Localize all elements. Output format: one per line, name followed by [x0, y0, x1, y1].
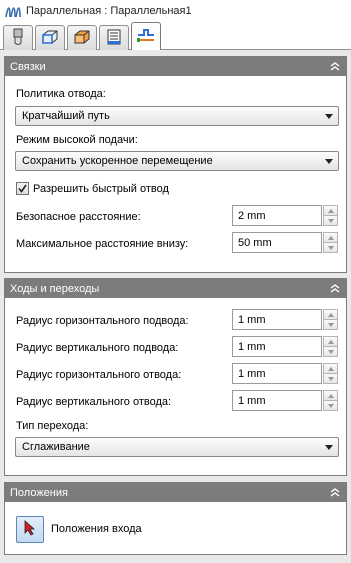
- safe-distance-value: 2 mm: [238, 209, 266, 222]
- stock-box-icon: [73, 29, 91, 48]
- arrow-up-icon: [327, 235, 334, 240]
- cursor-pointer-icon: [23, 520, 37, 539]
- arrow-up-icon: [327, 208, 334, 213]
- fast-retract-checkbox[interactable]: [16, 182, 29, 195]
- arrow-up-icon: [327, 366, 334, 371]
- box-edges-icon: [41, 29, 59, 48]
- spin-up-button[interactable]: [323, 390, 338, 401]
- transition-type-label: Тип перехода:: [16, 420, 89, 432]
- v-lead-out-spinner: 1 mm: [232, 390, 339, 411]
- retract-policy-value: Кратчайший путь: [22, 110, 110, 122]
- positions-panel-title: Положения: [10, 486, 68, 499]
- positions-panel: Положения Положения входа: [4, 482, 347, 555]
- spin-up-button[interactable]: [323, 363, 338, 374]
- leads-panel: Ходы и переходы Радиус горизонтального п…: [4, 278, 347, 476]
- leads-panel-title: Ходы и переходы: [10, 282, 100, 295]
- chevron-down-icon: [325, 159, 333, 164]
- spin-up-button[interactable]: [323, 205, 338, 216]
- h-lead-in-spinner: 1 mm: [232, 309, 339, 330]
- v-lead-in-spinner: 1 mm: [232, 336, 339, 357]
- parallel-toolpath-icon: [5, 4, 21, 18]
- spin-up-button[interactable]: [323, 309, 338, 320]
- window-title: Параллельная : Параллельная1: [26, 5, 192, 17]
- collapse-chevron-icon[interactable]: [328, 281, 342, 295]
- spin-up-button[interactable]: [323, 336, 338, 347]
- arrow-down-icon: [327, 322, 334, 327]
- safe-distance-spinner: 2 mm: [232, 205, 339, 226]
- max-down-value: 50 mm: [238, 236, 272, 249]
- linking-icon: [136, 27, 156, 48]
- links-panel: Связки Политика отвода: Кратчайший путь …: [4, 56, 347, 273]
- spin-down-button[interactable]: [323, 401, 338, 411]
- positions-panel-header[interactable]: Положения: [5, 483, 346, 502]
- safe-distance-input[interactable]: 2 mm: [232, 205, 322, 226]
- checkmark-icon: [18, 184, 27, 193]
- spin-down-button[interactable]: [323, 374, 338, 384]
- links-panel-header[interactable]: Связки: [5, 57, 346, 76]
- passes-icon: [106, 29, 122, 48]
- tab-passes[interactable]: [99, 25, 129, 50]
- v-lead-out-value: 1 mm: [238, 394, 266, 407]
- v-lead-out-label: Радиус вертикального отвода:: [16, 396, 172, 408]
- v-lead-out-input[interactable]: 1 mm: [232, 390, 322, 411]
- arrow-up-icon: [327, 339, 334, 344]
- arrow-up-icon: [327, 393, 334, 398]
- transition-type-select[interactable]: Сглаживание: [15, 437, 339, 457]
- max-down-input[interactable]: 50 mm: [232, 232, 322, 253]
- v-lead-in-label: Радиус вертикального подвода:: [16, 342, 179, 354]
- leads-panel-header[interactable]: Ходы и переходы: [5, 279, 346, 298]
- v-lead-in-input[interactable]: 1 mm: [232, 336, 322, 357]
- arrow-down-icon: [327, 218, 334, 223]
- tab-geometry[interactable]: [35, 25, 65, 50]
- retract-policy-label: Политика отвода:: [16, 88, 106, 100]
- max-down-spinner: 50 mm: [232, 232, 339, 253]
- arrow-down-icon: [327, 376, 334, 381]
- transition-type-value: Сглаживание: [22, 441, 90, 453]
- retract-policy-select[interactable]: Кратчайший путь: [15, 106, 339, 126]
- tab-tool[interactable]: [3, 25, 33, 50]
- chevron-down-icon: [325, 114, 333, 119]
- arrow-down-icon: [327, 349, 334, 354]
- h-lead-in-value: 1 mm: [238, 313, 266, 326]
- h-lead-out-label: Радиус горизонтального отвода:: [16, 369, 182, 381]
- fast-retract-row[interactable]: Разрешить быстрый отвод: [16, 182, 169, 195]
- h-lead-in-label: Радиус горизонтального подвода:: [16, 315, 189, 327]
- collapse-chevron-icon[interactable]: [328, 59, 342, 73]
- high-feed-label: Режим высокой подачи:: [16, 134, 138, 146]
- h-lead-out-input[interactable]: 1 mm: [232, 363, 322, 384]
- spin-down-button[interactable]: [323, 243, 338, 253]
- max-down-label: Максимальное расстояние внизу:: [16, 238, 189, 250]
- collapse-chevron-icon[interactable]: [328, 485, 342, 499]
- fast-retract-label: Разрешить быстрый отвод: [33, 182, 169, 195]
- properties-content: Связки Политика отвода: Кратчайший путь …: [0, 50, 351, 563]
- spin-down-button[interactable]: [323, 320, 338, 330]
- chevron-down-icon: [325, 445, 333, 450]
- arrow-down-icon: [327, 403, 334, 408]
- tab-bar: [0, 22, 351, 51]
- title-bar: Параллельная : Параллельная1: [0, 0, 351, 22]
- arrow-down-icon: [327, 245, 334, 250]
- tab-linking[interactable]: [131, 22, 161, 51]
- arrow-up-icon: [327, 312, 334, 317]
- entry-positions-label: Положения входа: [51, 523, 142, 535]
- links-panel-title: Связки: [10, 60, 46, 73]
- h-lead-out-spinner: 1 mm: [232, 363, 339, 384]
- spin-up-button[interactable]: [323, 232, 338, 243]
- h-lead-out-value: 1 mm: [238, 367, 266, 380]
- entry-positions-button[interactable]: [16, 516, 44, 543]
- spin-down-button[interactable]: [323, 216, 338, 226]
- spin-down-button[interactable]: [323, 347, 338, 357]
- tool-icon: [10, 28, 26, 49]
- tab-heights[interactable]: [67, 25, 97, 50]
- high-feed-value: Сохранить ускоренное перемещение: [22, 155, 213, 167]
- high-feed-select[interactable]: Сохранить ускоренное перемещение: [15, 151, 339, 171]
- h-lead-in-input[interactable]: 1 mm: [232, 309, 322, 330]
- v-lead-in-value: 1 mm: [238, 340, 266, 353]
- safe-distance-label: Безопасное расстояние:: [16, 211, 141, 223]
